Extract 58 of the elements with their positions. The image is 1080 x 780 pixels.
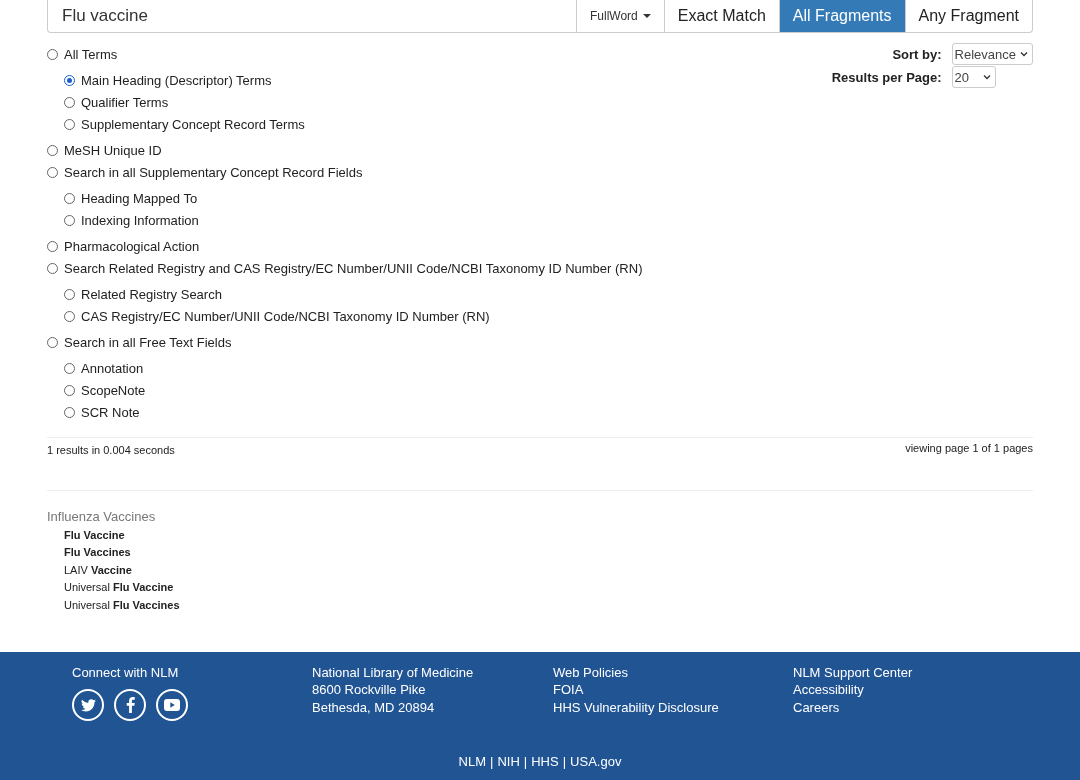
footer-link[interactable]: NIH [497,754,520,770]
radio-option[interactable]: Main Heading (Descriptor) Terms [64,69,643,91]
radio-option[interactable]: Heading Mapped To [64,187,643,209]
social-link[interactable] [114,689,146,722]
paging-info: viewing page 1 of 1 pages [905,442,1033,456]
radio-option[interactable]: Search Related Registry and CAS Registry/EC Number/UNII Code/NCBI Taxonomy ID Number (RN) [47,257,643,279]
address-line: National Library of Medicine [312,664,475,682]
match-button[interactable]: Any Fragment [904,0,1033,33]
footer-link[interactable]: NLM [458,754,487,770]
chevron-icon [1020,50,1028,58]
chevron-icon [982,73,991,81]
bird-icon [80,698,96,712]
footer-link[interactable]: NLM Support Center [793,664,1033,682]
radio-option[interactable]: Indexing Information [64,209,643,231]
radio-option[interactable]: All Terms [47,43,643,65]
footer-link[interactable]: HHS Vulnerability Disclosure [553,698,793,717]
address-line: Bethesda, MD 20894 [312,698,436,717]
radio-option[interactable]: Qualifier Terms [64,91,643,113]
sort-label: Sort by: [892,46,942,62]
entry-term-link[interactable]: Universal Flu Vaccines [64,596,1033,615]
social-link[interactable] [156,689,188,722]
footer-link[interactable]: FOIA [553,681,793,699]
separator: | [523,754,528,770]
radio-option[interactable]: ScopeNote [64,379,643,401]
separator: | [490,754,494,770]
footer-link[interactable]: Accessibility [793,681,1033,699]
radio-option[interactable]: Supplementary Concept Record Terms [64,113,643,135]
radio-option[interactable]: Search in all Supplementary Concept Record Fields [47,161,643,183]
entry-term-link[interactable]: Flu Vaccines [64,544,1033,562]
separator: | [562,754,567,770]
radio-option[interactable]: Annotation [64,357,643,379]
radio-option[interactable]: MeSH Unique ID [47,139,643,161]
per-page-select[interactable]: 20 [951,66,996,88]
footer-link[interactable]: HHS [531,754,559,770]
radio-option[interactable]: Related Registry Search [64,283,643,305]
entry-term-link[interactable]: Universal Flu Vaccine [64,579,1033,597]
entry-term-link[interactable]: LAIV Vaccine [64,561,1033,580]
radio-option[interactable]: Search in all Free Text Fields [47,331,643,353]
letter-f-icon [125,697,135,714]
per-page-label: Results per Page: [831,69,942,85]
search-field[interactable]: Flu vaccine [47,0,577,33]
radio-option[interactable]: Pharmacological Action [47,235,643,257]
sort-select[interactable]: Relevance [951,43,1033,65]
play-icon [164,699,180,712]
footer-heading: Connect with NLM [72,664,180,682]
radio-option[interactable]: CAS Registry/EC Number/UNII Code/NCBI Taxonomy ID Number (RN) [64,305,643,327]
footer-link[interactable]: USA.gov [570,754,622,770]
address-line: 8600 Rockville Pike [312,681,427,699]
caret-icon [642,14,651,18]
match-button[interactable]: Exact Match [663,0,779,33]
result-title-link[interactable]: Influenza Vaccines [47,509,1033,524]
entry-term-link[interactable]: Flu Vaccine [64,527,1033,545]
match-button[interactable]: All Fragments [778,0,905,33]
radio-option[interactable]: SCR Note [64,401,643,423]
footer-link[interactable]: Web Policies [553,664,793,682]
footer-link[interactable]: Careers [793,698,1033,717]
results-count: 1 results in 0.004 seconds [47,444,175,458]
social-link[interactable] [72,689,104,722]
